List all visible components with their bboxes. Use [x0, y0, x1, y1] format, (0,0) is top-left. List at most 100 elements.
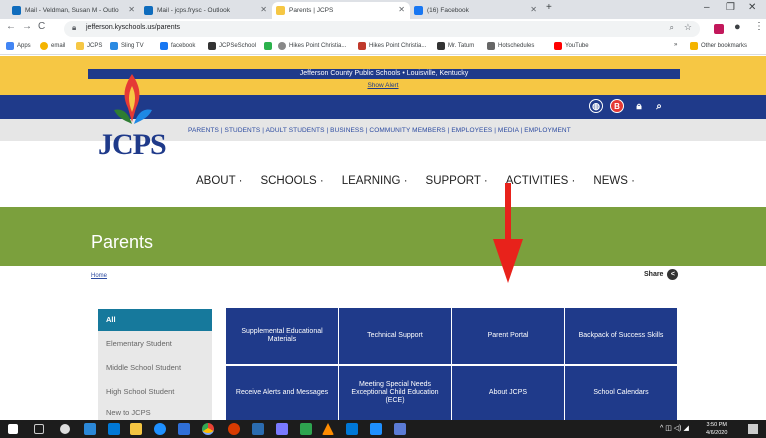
- minimize-button[interactable]: –: [704, 2, 710, 13]
- tile-receive-alerts[interactable]: Receive Alerts and Messages: [226, 366, 338, 420]
- address-bar[interactable]: 🔒︎ jefferson.kyschools.us/parents ⌕ ☆: [64, 21, 700, 37]
- nav-news[interactable]: NEWS ·: [593, 175, 635, 187]
- store-icon[interactable]: [130, 423, 142, 435]
- bookmark-green[interactable]: [264, 42, 272, 50]
- bookmark-mr-tatum[interactable]: Mr. Tatum: [437, 42, 474, 50]
- bookmarks-overflow[interactable]: »: [674, 42, 677, 48]
- close-icon[interactable]: ✕: [398, 5, 405, 14]
- tile-school-calendars[interactable]: School Calendars: [565, 366, 677, 420]
- tab-label: (16) Facebook: [427, 7, 469, 14]
- document-icon[interactable]: [394, 423, 406, 435]
- task-view-icon[interactable]: [34, 424, 44, 434]
- monitor-icon[interactable]: [346, 423, 358, 435]
- jcps-logo[interactable]: JCPS: [98, 128, 167, 162]
- tab-label: Parents | JCPS: [289, 7, 334, 14]
- breadcrumb-home[interactable]: Home: [91, 273, 107, 279]
- tile-supplemental-materials[interactable]: Supplemental Educational Materials: [226, 308, 338, 364]
- close-icon[interactable]: ✕: [260, 5, 267, 14]
- nav-schools[interactable]: SCHOOLS ·: [260, 175, 323, 187]
- filter-new-to-jcps[interactable]: New to JCPS: [98, 405, 212, 420]
- tile-backpack-of-success[interactable]: Backpack of Success Skills: [565, 308, 677, 364]
- tab-parents-jcps[interactable]: Parents | JCPS ✕: [272, 2, 410, 19]
- close-icon[interactable]: ✕: [128, 5, 135, 14]
- outlook-icon: [144, 6, 153, 15]
- vlc-icon[interactable]: [322, 423, 334, 435]
- profile-icon[interactable]: ●: [734, 21, 741, 33]
- filter-elementary[interactable]: Elementary Student: [98, 333, 212, 355]
- close-window-button[interactable]: ✕: [748, 2, 756, 13]
- bookmark-hikes-point-2[interactable]: Hikes Point Christia...: [358, 42, 426, 50]
- zoom-icon[interactable]: ⌕: [670, 23, 674, 33]
- other-bookmarks[interactable]: Other bookmarks: [690, 42, 747, 50]
- tatum-icon: [437, 42, 445, 50]
- new-tab-button[interactable]: +: [546, 2, 552, 13]
- b-icon[interactable]: B: [610, 99, 624, 113]
- cross-icon: [358, 42, 366, 50]
- tile-technical-support[interactable]: Technical Support: [339, 308, 451, 364]
- nav-support[interactable]: SUPPORT ·: [426, 175, 488, 187]
- bookmark-jcpseschool[interactable]: JCPSeSchool: [208, 42, 256, 50]
- app-icon[interactable]: [228, 423, 240, 435]
- app-green-icon[interactable]: [300, 423, 312, 435]
- bookmark-youtube[interactable]: YouTube: [554, 42, 589, 50]
- filter-middle[interactable]: Middle School Student: [98, 357, 212, 379]
- paint-icon[interactable]: [276, 423, 288, 435]
- bookmark-facebook[interactable]: facebook: [160, 42, 195, 50]
- tile-parent-portal[interactable]: Parent Portal: [452, 308, 564, 364]
- forward-arrow-icon[interactable]: →: [22, 21, 32, 32]
- clock[interactable]: 3:50 PM 4/6/2020: [706, 421, 727, 437]
- jcps-flame-logo-icon: [114, 74, 152, 124]
- photos-icon[interactable]: [252, 423, 264, 435]
- bookmark-jcps[interactable]: JCPS: [76, 42, 102, 50]
- search-icon[interactable]: ⌕: [652, 99, 666, 113]
- url-text: jefferson.kyschools.us/parents: [86, 24, 181, 31]
- bookmark-email[interactable]: email: [40, 42, 65, 50]
- settings-gear-icon[interactable]: [60, 424, 70, 434]
- bookmark-sling[interactable]: Sling TV: [110, 42, 144, 50]
- hotschedules-icon: [487, 42, 495, 50]
- tile-about-jcps[interactable]: About JCPS: [452, 366, 564, 420]
- tab-strip: Mail - Veldman, Susan M - Outlo ✕ Mail -…: [0, 0, 766, 19]
- nav-learning[interactable]: LEARNING ·: [342, 175, 408, 187]
- menu-icon[interactable]: ⋮: [754, 21, 764, 32]
- chrome-icon[interactable]: [202, 423, 214, 435]
- filter-high[interactable]: High School Student: [98, 381, 212, 403]
- media-icon[interactable]: [178, 423, 190, 435]
- tab-facebook[interactable]: (16) Facebook ✕: [410, 2, 542, 19]
- tab-mail-veldman[interactable]: Mail - Veldman, Susan M - Outlo ✕: [8, 2, 140, 19]
- bookmark-hikes-point-1[interactable]: Hikes Point Christia...: [278, 42, 346, 50]
- bookmark-hotschedules[interactable]: Hotschedules: [487, 42, 534, 50]
- facebook-icon: [414, 6, 423, 15]
- notifications-icon[interactable]: [748, 424, 758, 434]
- people-icon[interactable]: [84, 423, 96, 435]
- filter-all[interactable]: All: [98, 309, 212, 331]
- restore-button[interactable]: ❐: [726, 2, 735, 13]
- church-icon: [278, 42, 286, 50]
- facebook-icon: [160, 42, 168, 50]
- edge-icon[interactable]: [154, 423, 166, 435]
- nav-about[interactable]: ABOUT ·: [196, 175, 242, 187]
- page-title: Parents: [91, 232, 154, 252]
- share-button[interactable]: Share <: [644, 269, 679, 280]
- mail-icon[interactable]: [108, 423, 120, 435]
- inbox-icon[interactable]: [370, 423, 382, 435]
- lock-icon[interactable]: 🔒︎: [632, 99, 646, 113]
- youtube-icon: [554, 42, 562, 50]
- outlook-icon: [12, 6, 21, 15]
- navigation-bar: ← → C 🔒︎ jefferson.kyschools.us/parents …: [0, 19, 766, 39]
- tile-special-needs[interactable]: Meeting Special Needs Exceptional Child …: [339, 366, 451, 420]
- email-icon: [40, 42, 48, 50]
- extension-icon[interactable]: [714, 24, 724, 34]
- system-tray-icons[interactable]: ^ ◫ ◁) ◢: [660, 424, 689, 432]
- globe-icon[interactable]: ◍: [589, 99, 603, 113]
- star-icon[interactable]: ☆: [684, 22, 692, 33]
- tab-label: Mail - jcps.frysc - Outlook: [157, 7, 230, 14]
- tab-mail-frysc[interactable]: Mail - jcps.frysc - Outlook ✕: [140, 2, 272, 19]
- audience-links[interactable]: PARENTS | STUDENTS | ADULT STUDENTS | BU…: [188, 127, 571, 134]
- audience-filter-sidebar: All Elementary Student Middle School Stu…: [98, 309, 212, 420]
- back-arrow-icon[interactable]: ←: [6, 21, 16, 32]
- bookmark-apps[interactable]: Apps: [6, 42, 31, 50]
- close-icon[interactable]: ✕: [530, 5, 537, 14]
- windows-start-icon[interactable]: [8, 424, 18, 434]
- reload-icon[interactable]: C: [38, 21, 45, 32]
